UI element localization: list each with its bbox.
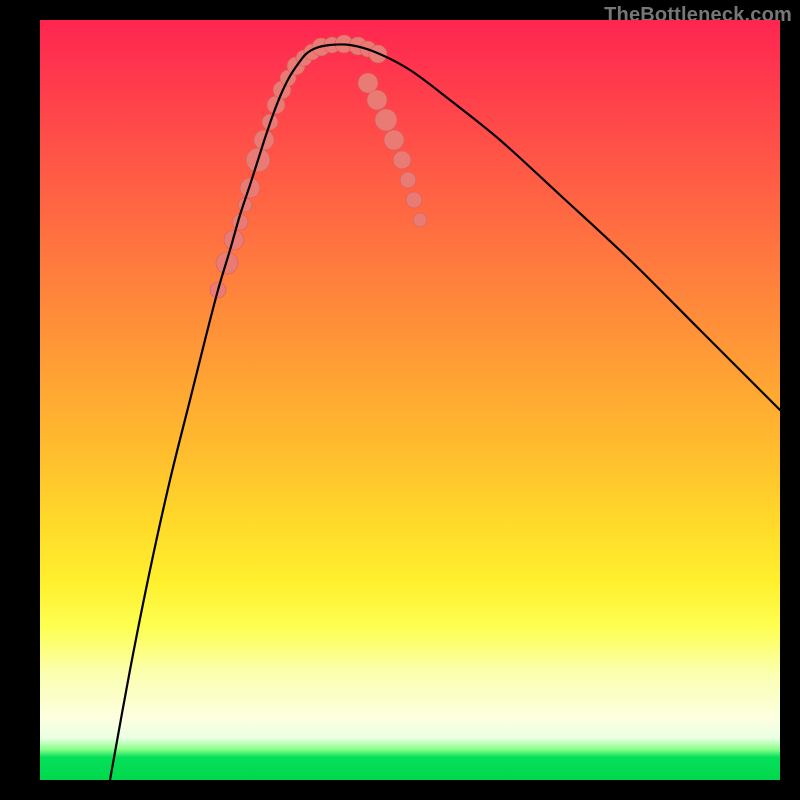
bead-dot — [400, 172, 416, 188]
bead-dot — [375, 109, 397, 131]
bead-dot — [393, 151, 411, 169]
bead-cluster — [210, 35, 427, 298]
chart-frame: TheBottleneck.com — [0, 0, 800, 800]
plot-area — [40, 20, 780, 780]
bead-dot — [384, 130, 404, 150]
bottleneck-curve — [110, 44, 780, 780]
bead-dot — [406, 192, 422, 208]
bead-dot — [413, 213, 427, 227]
curve-svg — [40, 20, 780, 780]
bead-dot — [367, 90, 387, 110]
